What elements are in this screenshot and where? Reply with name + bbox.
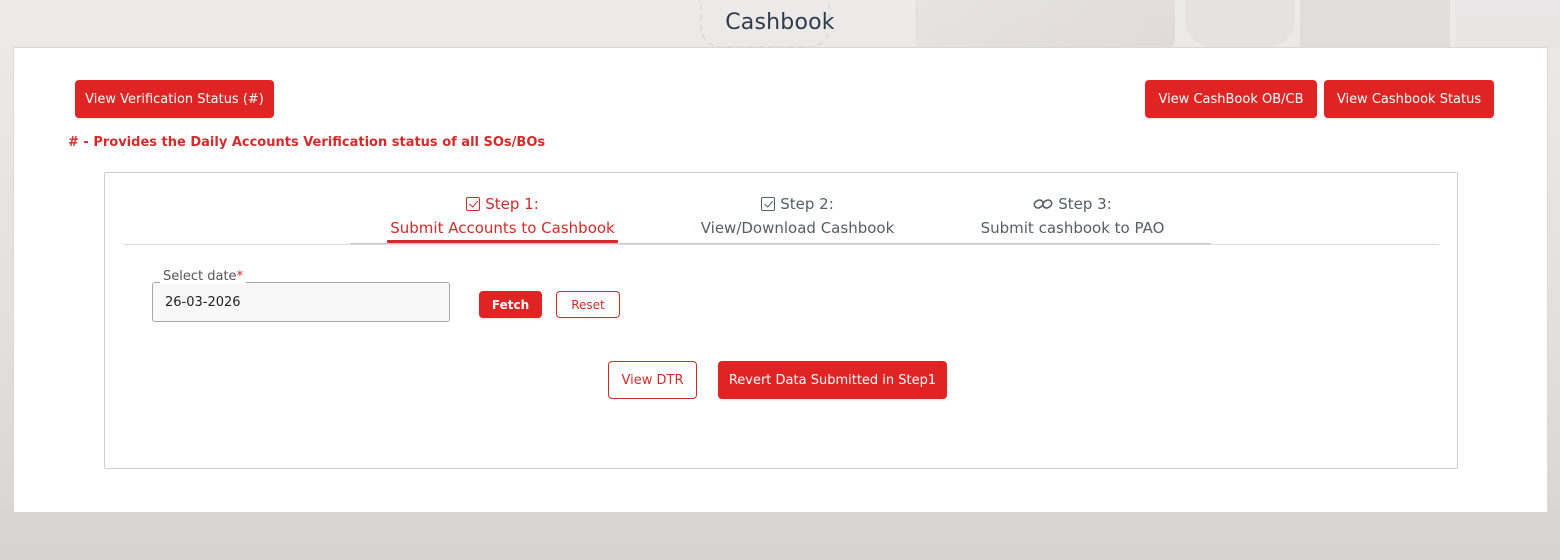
step-subtitle: Submit cashbook to PAO xyxy=(980,219,1165,237)
view-cashbook-obcb-button[interactable]: View CashBook OB/CB xyxy=(1145,80,1317,118)
active-step-indicator xyxy=(387,240,618,243)
revert-data-button[interactable]: Revert Data Submitted in Step1 xyxy=(718,361,947,399)
reset-button[interactable]: Reset xyxy=(556,291,620,318)
steps-divider xyxy=(123,244,1439,245)
view-verification-status-button[interactable]: View Verification Status (#) xyxy=(75,80,274,118)
select-date-label-text: Select date xyxy=(163,269,237,284)
link-icon xyxy=(1033,199,1053,209)
page-title: Cashbook xyxy=(725,10,835,35)
fetch-button[interactable]: Fetch xyxy=(479,291,542,318)
select-date-label: Select date* xyxy=(160,269,247,284)
tab-step-1[interactable]: Step 1: Submit Accounts to Cashbook xyxy=(380,193,625,237)
required-marker: * xyxy=(236,269,244,284)
step-title: Step 1: xyxy=(485,195,539,213)
steps-track xyxy=(350,243,1211,244)
checkbox-icon xyxy=(761,197,776,211)
select-date-input[interactable]: 26-03-2026 xyxy=(152,282,450,322)
tab-step-2[interactable]: Step 2: View/Download Cashbook xyxy=(685,193,910,237)
step-subtitle: View/Download Cashbook xyxy=(700,219,895,237)
checkbox-icon xyxy=(466,197,481,211)
step-subtitle: Submit Accounts to Cashbook xyxy=(390,219,615,237)
step-title: Step 3: xyxy=(1058,195,1112,213)
view-cashbook-status-button[interactable]: View Cashbook Status xyxy=(1324,80,1494,118)
tab-step-3[interactable]: Step 3: Submit cashbook to PAO xyxy=(965,193,1180,237)
view-dtr-button[interactable]: View DTR xyxy=(608,361,697,399)
step-title: Step 2: xyxy=(780,195,834,213)
verification-note: # - Provides the Daily Accounts Verifica… xyxy=(68,135,546,150)
